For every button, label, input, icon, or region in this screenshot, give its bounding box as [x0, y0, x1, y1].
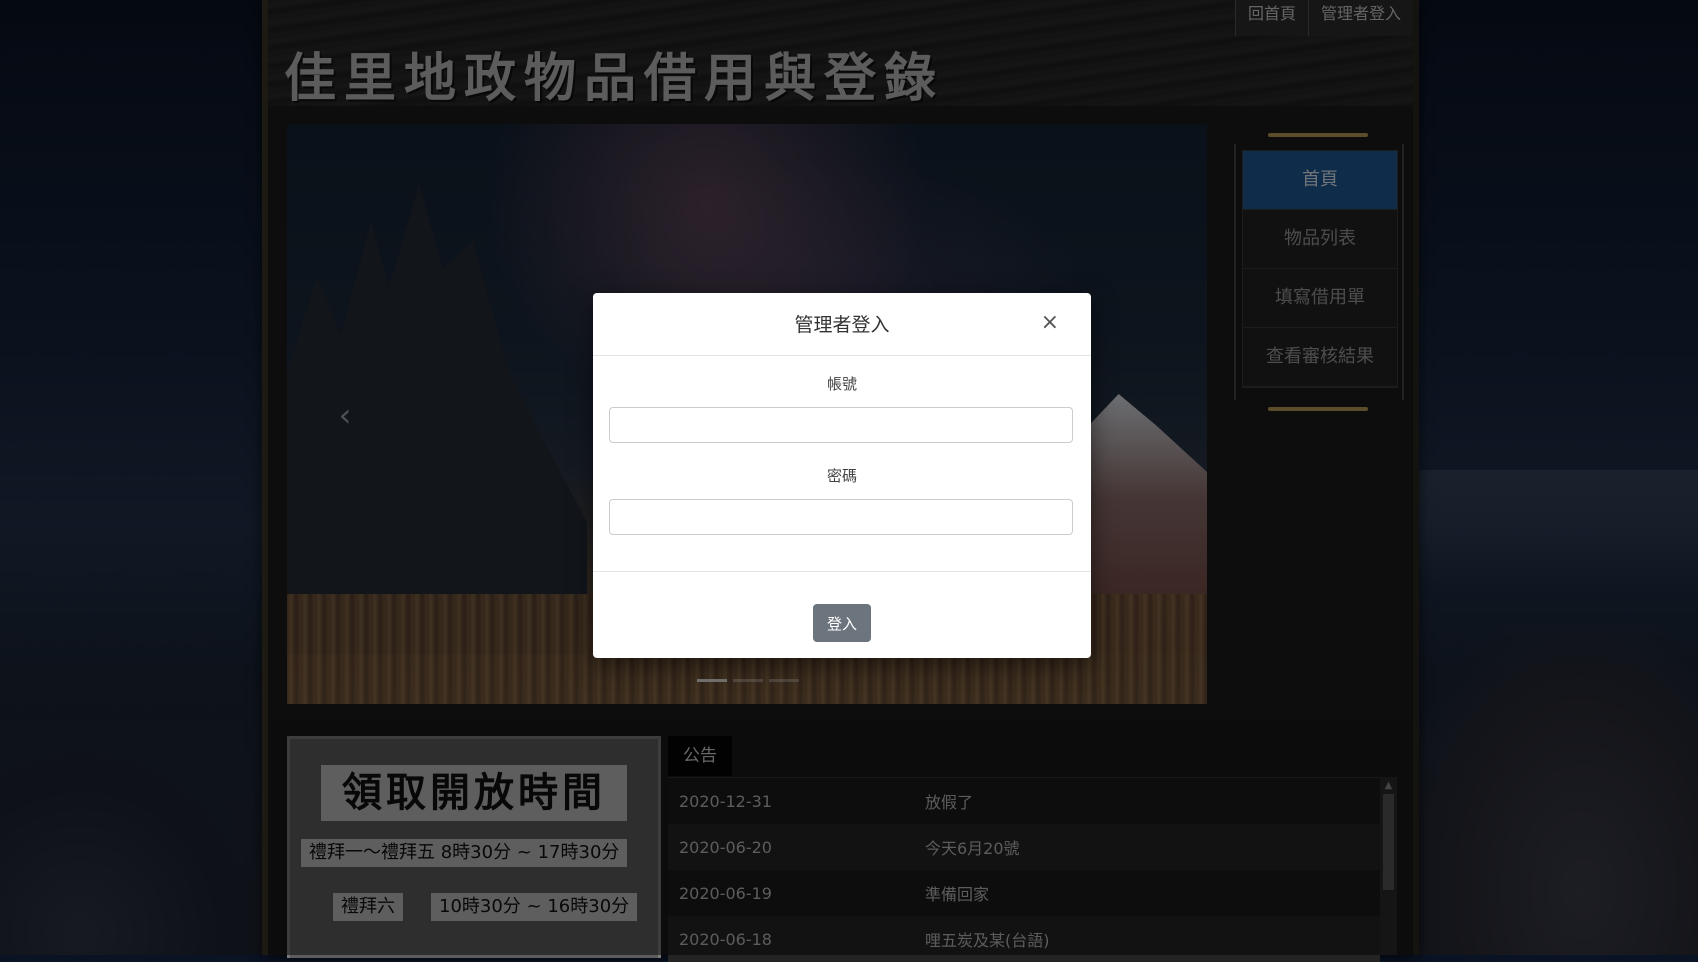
- close-icon[interactable]: ×: [1041, 311, 1059, 335]
- modal-title: 管理者登入: [794, 314, 890, 336]
- login-button[interactable]: 登入: [813, 604, 871, 642]
- password-input[interactable]: [609, 499, 1073, 535]
- modal-header: 管理者登入 ×: [593, 293, 1091, 356]
- password-label: 密碼: [826, 467, 857, 485]
- account-input[interactable]: [609, 407, 1073, 443]
- admin-login-modal: 管理者登入 × 帳號 密碼 登入: [593, 293, 1091, 658]
- account-label: 帳號: [826, 375, 857, 393]
